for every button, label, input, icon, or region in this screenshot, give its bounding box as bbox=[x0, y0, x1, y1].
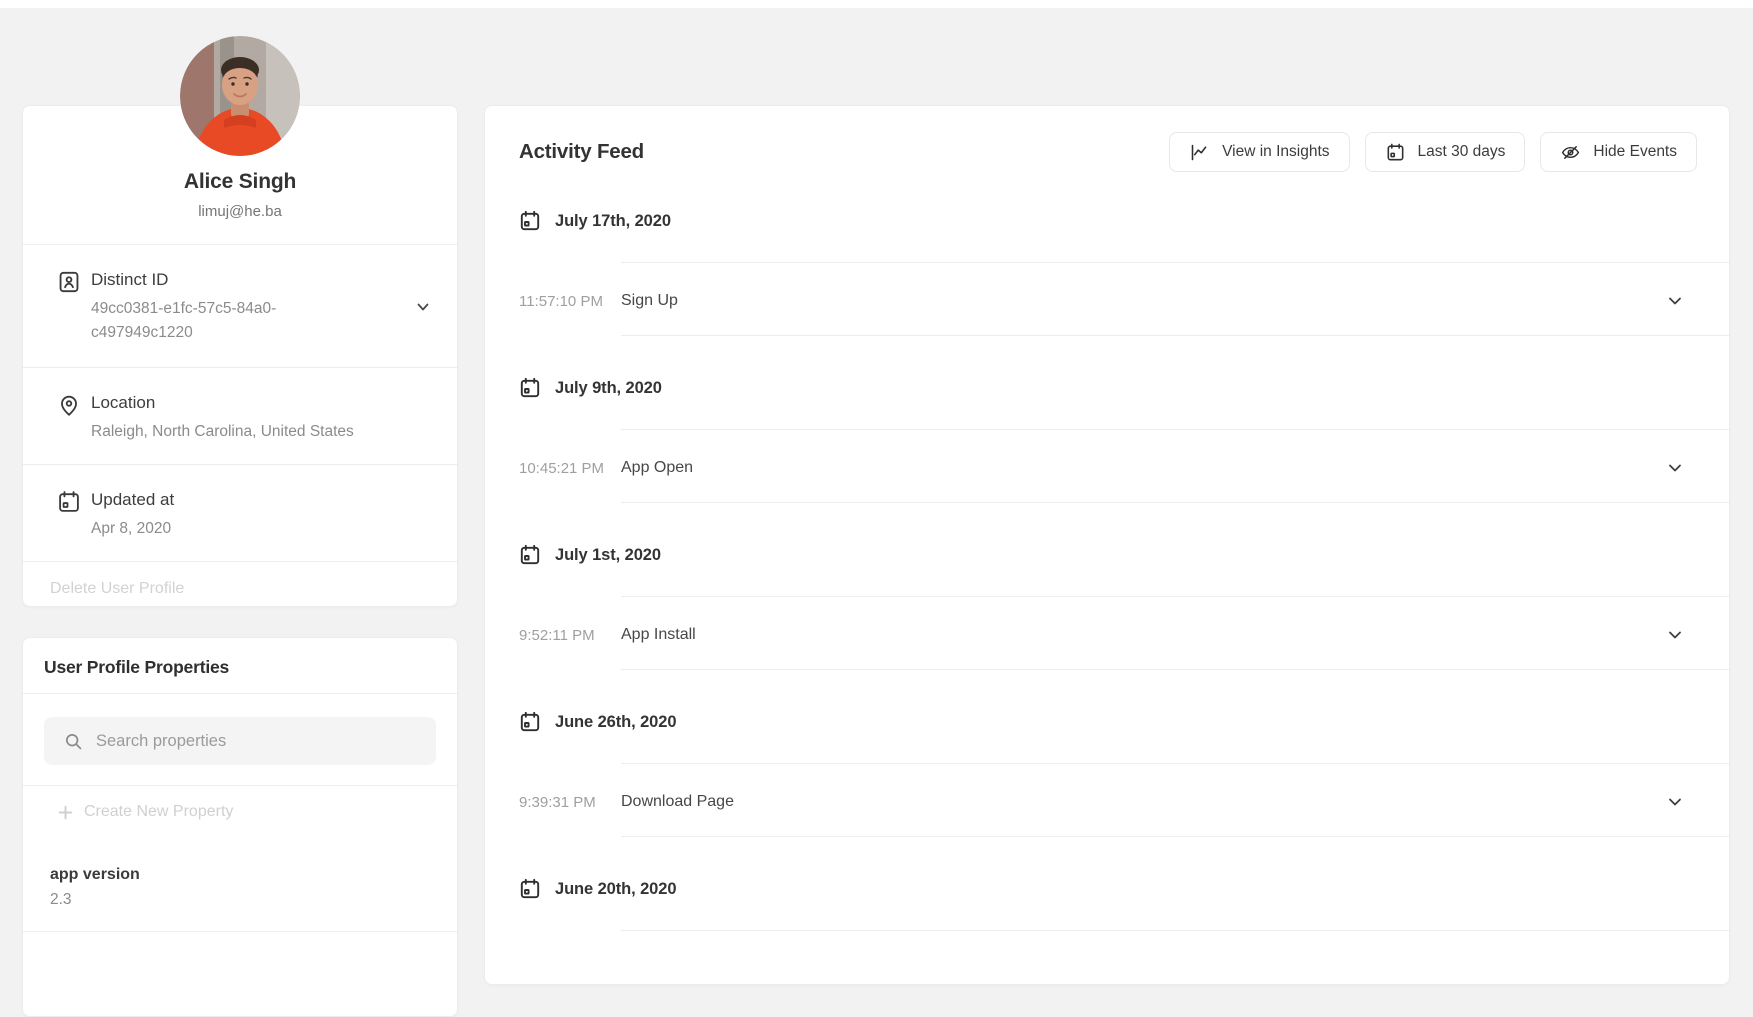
event-time: 11:57:10 PM bbox=[519, 293, 621, 310]
divider bbox=[621, 669, 1729, 670]
field-value: Raleigh, North Carolina, United States bbox=[91, 420, 371, 444]
hide-events-button[interactable]: Hide Events bbox=[1540, 132, 1697, 172]
button-label: Hide Events bbox=[1593, 143, 1677, 161]
chevron-down-icon[interactable] bbox=[1667, 293, 1683, 309]
properties-title: User Profile Properties bbox=[23, 638, 457, 693]
property-name: app version bbox=[50, 866, 433, 884]
chevron-down-icon[interactable] bbox=[1667, 460, 1683, 476]
field-updated-at: Updated at Apr 8, 2020 bbox=[23, 465, 457, 561]
event-name: Download Page bbox=[621, 793, 734, 811]
plus-icon bbox=[57, 804, 74, 821]
event-row[interactable]: 9:39:31 PM Download Page bbox=[485, 790, 1729, 814]
divider bbox=[23, 931, 457, 932]
event-row[interactable]: 9:52:11 PM App Install bbox=[485, 623, 1729, 647]
activity-feed-card: Activity Feed View in Insights Last 30 d… bbox=[484, 105, 1730, 985]
profile-card: Alice Singh limuj@he.ba Distinct ID 49cc… bbox=[22, 105, 458, 607]
create-new-property-label: Create New Property bbox=[84, 803, 233, 821]
insights-chart-icon bbox=[1189, 142, 1210, 163]
chevron-down-icon[interactable] bbox=[1667, 627, 1683, 643]
property-item: app version 2.3 bbox=[23, 826, 457, 931]
date-label: July 9th, 2020 bbox=[555, 379, 662, 398]
event-name: App Open bbox=[621, 459, 693, 477]
activity-feed-list: July 17th, 2020 11:57:10 PM Sign Up July… bbox=[485, 209, 1729, 931]
feed-actions: View in Insights Last 30 days bbox=[1169, 132, 1697, 172]
view-in-insights-button[interactable]: View in Insights bbox=[1169, 132, 1349, 172]
divider bbox=[621, 930, 1729, 931]
top-bar bbox=[0, 0, 1753, 8]
search-properties-input[interactable] bbox=[96, 732, 416, 751]
user-profile-page: Alice Singh limuj@he.ba Distinct ID 49cc… bbox=[0, 0, 1753, 948]
divider bbox=[621, 262, 1729, 263]
user-profile-properties-card: User Profile Properties Create New Prope… bbox=[22, 637, 458, 1017]
calendar-icon bbox=[518, 710, 542, 734]
create-new-property-button[interactable]: Create New Property bbox=[23, 786, 457, 826]
date-header: July 9th, 2020 bbox=[485, 376, 1729, 400]
search-box[interactable] bbox=[44, 717, 436, 765]
event-time: 9:39:31 PM bbox=[519, 794, 621, 811]
calendar-icon bbox=[56, 489, 82, 515]
location-pin-icon bbox=[56, 392, 82, 418]
field-label: Updated at bbox=[91, 489, 433, 511]
divider bbox=[621, 836, 1729, 837]
avatar bbox=[180, 36, 300, 156]
event-name: App Install bbox=[621, 626, 696, 644]
activity-feed-header: Activity Feed View in Insights Last 30 d… bbox=[485, 106, 1729, 172]
date-header: June 26th, 2020 bbox=[485, 710, 1729, 734]
button-label: Last 30 days bbox=[1418, 143, 1506, 161]
date-header: July 17th, 2020 bbox=[485, 209, 1729, 233]
feed-group: July 17th, 2020 11:57:10 PM Sign Up bbox=[485, 209, 1729, 336]
calendar-icon bbox=[518, 543, 542, 567]
feed-group: July 1st, 2020 9:52:11 PM App Install bbox=[485, 543, 1729, 670]
divider bbox=[621, 335, 1729, 336]
chevron-down-icon[interactable] bbox=[415, 299, 431, 315]
activity-feed-title: Activity Feed bbox=[519, 140, 644, 164]
date-label: June 26th, 2020 bbox=[555, 713, 676, 732]
feed-group: June 26th, 2020 9:39:31 PM Download Page bbox=[485, 710, 1729, 837]
event-time: 9:52:11 PM bbox=[519, 627, 621, 644]
event-row[interactable]: 11:57:10 PM Sign Up bbox=[485, 289, 1729, 313]
field-value: Apr 8, 2020 bbox=[91, 517, 316, 541]
user-email: limuj@he.ba bbox=[23, 203, 457, 220]
date-header: June 20th, 2020 bbox=[485, 877, 1729, 901]
date-label: July 17th, 2020 bbox=[555, 212, 671, 231]
field-location: Location Raleigh, North Carolina, United… bbox=[23, 368, 457, 464]
divider bbox=[621, 596, 1729, 597]
search-wrap bbox=[23, 694, 457, 785]
event-name: Sign Up bbox=[621, 292, 678, 310]
id-card-icon bbox=[56, 269, 82, 295]
button-label: View in Insights bbox=[1222, 143, 1329, 161]
calendar-icon bbox=[518, 877, 542, 901]
date-label: June 20th, 2020 bbox=[555, 880, 676, 899]
date-label: July 1st, 2020 bbox=[555, 546, 661, 565]
calendar-icon bbox=[518, 376, 542, 400]
feed-group: June 20th, 2020 bbox=[485, 877, 1729, 931]
divider bbox=[621, 429, 1729, 430]
calendar-icon bbox=[1385, 142, 1406, 163]
search-icon bbox=[64, 732, 83, 751]
field-label: Distinct ID bbox=[91, 269, 415, 291]
calendar-icon bbox=[518, 209, 542, 233]
divider bbox=[621, 763, 1729, 764]
field-label: Location bbox=[91, 392, 433, 414]
date-header: July 1st, 2020 bbox=[485, 543, 1729, 567]
field-value: 49cc0381-e1fc-57c5-84a0-c497949c1220 bbox=[91, 297, 316, 345]
property-value: 2.3 bbox=[50, 891, 433, 909]
eye-off-icon bbox=[1560, 142, 1581, 163]
user-name: Alice Singh bbox=[23, 170, 457, 194]
last-30-days-button[interactable]: Last 30 days bbox=[1365, 132, 1526, 172]
event-time: 10:45:21 PM bbox=[519, 460, 621, 477]
event-row[interactable]: 10:45:21 PM App Open bbox=[485, 456, 1729, 480]
chevron-down-icon[interactable] bbox=[1667, 794, 1683, 810]
feed-group: July 9th, 2020 10:45:21 PM App Open bbox=[485, 376, 1729, 503]
delete-user-profile-button[interactable]: Delete User Profile bbox=[23, 562, 457, 616]
field-distinct-id: Distinct ID 49cc0381-e1fc-57c5-84a0-c497… bbox=[23, 245, 457, 367]
divider bbox=[621, 502, 1729, 503]
